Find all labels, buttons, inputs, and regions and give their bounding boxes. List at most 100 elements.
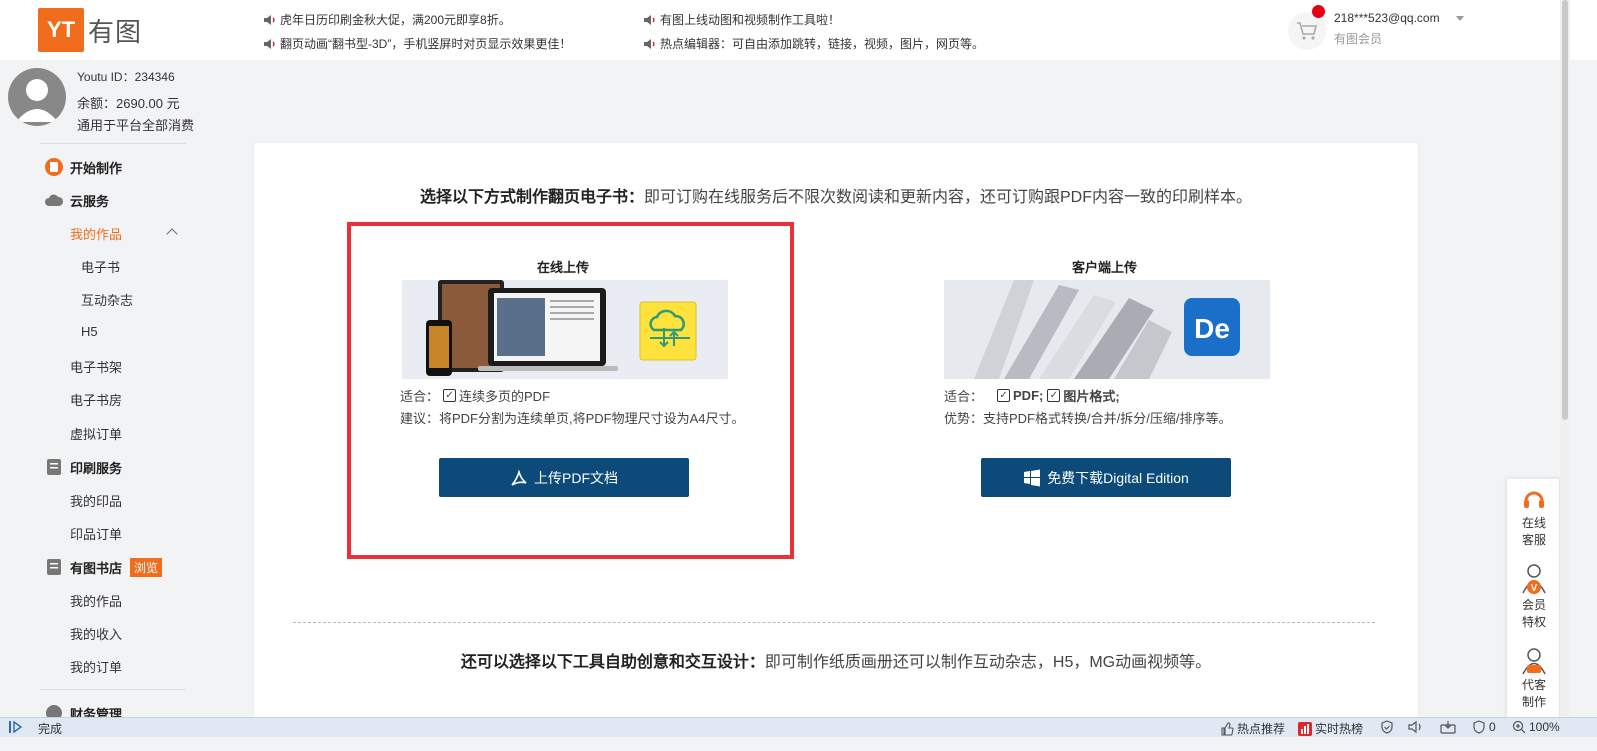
sidebar-item-my-works[interactable]: 我的作品 [70,224,122,243]
logo[interactable]: YT 有图 [38,8,142,52]
sidebar-item-store-orders[interactable]: 我的订单 [70,657,122,676]
chevron-up-icon[interactable] [166,228,178,240]
notice-2[interactable]: 翻页动画“翻书型-3D”，手机竖屏时对页显示效果更佳！ [264,35,571,52]
zoom-value: 100% [1529,720,1560,734]
status-bar: 完成 热点推荐 实时热榜 0 100% [0,717,1597,737]
caret-down-icon[interactable] [1456,16,1464,21]
sidebar-toggle-button[interactable] [8,720,24,734]
scrollbar-thumb[interactable] [1562,0,1568,420]
sidebar-item-print-orders[interactable]: 印品订单 [70,524,122,543]
notice-text: 翻页动画“翻书型-3D”，手机竖屏时对页显示效果更佳！ [280,37,572,51]
shield-button[interactable] [1380,720,1394,734]
float-label: 特权 [1521,615,1546,629]
sidebar-label: 电子书房 [70,393,123,408]
notice-4[interactable]: 热点编辑器：可自由添加跳转，链接，视频，图片，网页等。 [644,35,984,52]
agent-service-button[interactable]: 代客 制作 [1507,647,1561,711]
thumb-up-icon [1220,721,1234,736]
sidebar-label: 互动杂志 [81,293,134,308]
speaker-icon [644,14,655,25]
section-heading: 选择以下方式制作翻页电子书：即可订购在线服务后不限次数阅读和更新内容，还可订购跟… [254,183,1418,207]
online-service-button[interactable]: 在线 客服 [1507,487,1561,549]
speaker-icon [644,38,655,49]
heading-rest: 即可制作纸质画册还可以制作互动杂志，H5，MG动画视频等。 [764,654,1212,671]
float-label: 会员 [1521,598,1546,612]
sidebar-label: 我的订单 [70,660,123,675]
download-digital-edition-button[interactable]: 免费下载Digital Edition [981,458,1231,497]
profile: Youtu ID：234346 余额：2690.00 元 通用于平台全部消费 [8,68,194,133]
realtime-hot-button[interactable]: 实时热榜 [1298,720,1363,737]
notice-1[interactable]: 虎年日历印刷金秋大促，满200元即享8折。 [264,11,511,28]
chart-icon [1298,721,1312,736]
app-badge-text: De [1194,313,1230,344]
button-label: 免费下载Digital Edition [1047,469,1189,486]
hot-recommend-button[interactable]: 热点推荐 [1220,720,1285,737]
ad-block-counter[interactable]: 0 [1472,720,1496,734]
dashed-divider [293,622,1375,623]
counter-value: 0 [1489,720,1496,734]
sidebar-item-ebook[interactable]: 电子书 [81,257,120,276]
floating-panel: 在线 客服 V 会员 特权 代客 制作 [1506,478,1560,718]
checkbox-icon: ✓ [1047,389,1061,402]
sidebar-item-store-income[interactable]: 我的收入 [70,624,122,643]
client-upload-banner: De [944,280,1270,379]
sidebar-item-start[interactable]: 开始制作 [44,157,122,177]
agent-icon [1522,648,1546,675]
volume-button[interactable] [1408,720,1424,734]
highlight-box [347,222,794,559]
sidebar-item-virtual-orders[interactable]: 虚拟订单 [70,424,122,443]
avatar[interactable] [8,68,66,126]
sidebar-item-store[interactable]: 有图书店 浏览 [44,557,163,577]
realtime-label: 实时热榜 [1315,722,1364,736]
shield-icon [1381,720,1393,734]
sidebar-label: 我的印品 [70,494,123,509]
section-heading-2: 还可以选择以下工具自助创意和交互设计：即可制作纸质画册还可以制作互动杂志，H5，… [254,648,1418,672]
notice-text: 热点编辑器：可自由添加跳转，链接，视频，图片，网页等。 [660,37,985,51]
speaker-icon [264,14,275,25]
store-icon [44,557,64,577]
divider [40,689,186,690]
client-advantage-line: 优势：支持PDF格式转换/合并/拆分/压缩/排序等。 [944,411,1232,426]
divider [40,143,186,144]
sidebar-label: H5 [81,324,98,339]
sidebar-item-room[interactable]: 电子书房 [70,390,122,409]
logo-mark: YT [38,8,84,52]
svg-text:V: V [1531,583,1538,594]
sidebar-item-my-prints[interactable]: 我的印品 [70,491,122,510]
cloud-icon [44,190,64,210]
sidebar-label: 电子书 [81,260,121,275]
sidebar-item-shelf[interactable]: 电子书架 [70,357,122,376]
client-fit-line: 适合： ✓ PDF; ✓ 图片格式; [944,386,1120,405]
start-icon [44,157,64,177]
speaker-icon [1408,720,1421,734]
profile-balance: 余额：2690.00 元 [77,96,180,111]
download-button[interactable] [1440,720,1456,734]
sidebar-label: 有图书店 [70,560,123,576]
zoom-control[interactable]: 100% [1512,720,1560,734]
sidebar-item-cloud[interactable]: 云服务 [44,190,109,210]
vip-privilege-button[interactable]: V 会员 特权 [1507,563,1561,631]
sidebar-label: 电子书架 [70,360,123,375]
sidebar-item-magazine[interactable]: 互动杂志 [81,290,133,309]
sidebar-label: 虚拟订单 [70,427,123,442]
fit-label: 适合： [944,389,984,404]
browse-badge[interactable]: 浏览 [130,557,163,577]
user-email[interactable]: 218***523@qq.com [1334,11,1440,25]
heading-bold: 还可以选择以下工具自助创意和交互设计： [460,654,765,671]
notice-3[interactable]: 有图上线动图和视频制作工具啦！ [644,11,840,28]
speaker-icon [264,38,275,49]
float-label: 代客 [1521,678,1546,692]
profile-id: Youtu ID：234346 [77,70,175,84]
vip-icon: V [1522,564,1546,594]
checkbox-icon: ✓ [997,389,1011,402]
notification-dot [1312,5,1325,18]
notice-text: 有图上线动图和视频制作工具啦！ [660,13,841,27]
block-icon [1472,720,1486,734]
window-bottom [0,737,1597,751]
sidebar-label: 我的作品 [70,594,123,609]
sidebar-item-print[interactable]: 印刷服务 [44,457,122,477]
sidebar-item-h5[interactable]: H5 [81,324,98,339]
float-label: 制作 [1521,695,1546,709]
sidebar-item-store-works[interactable]: 我的作品 [70,591,122,610]
sidebar-label: 印品订单 [70,527,123,542]
zoom-icon [1512,720,1526,734]
